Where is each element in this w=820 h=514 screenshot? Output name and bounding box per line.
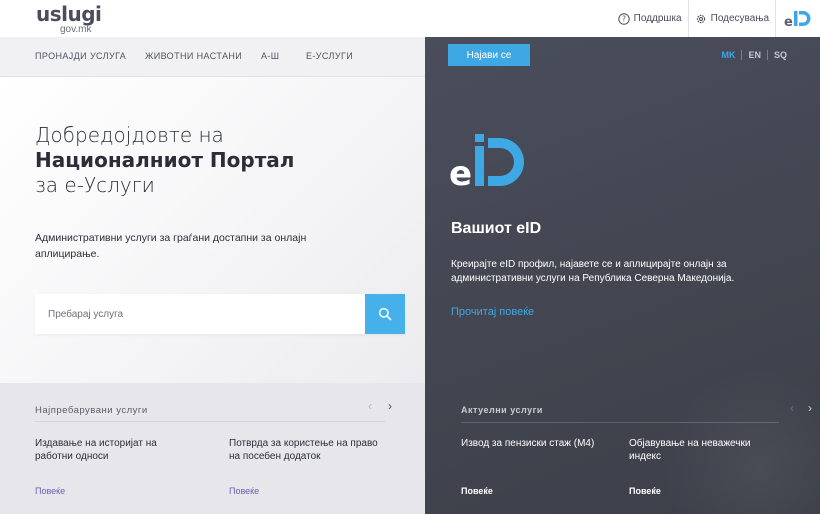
language-mk[interactable]: MK	[721, 50, 735, 60]
current-services-title: Актуелни услуги	[461, 405, 543, 415]
eid-read-more-link[interactable]: Прочитај повеќе	[451, 306, 534, 318]
settings-link[interactable]: Подесувања	[689, 0, 775, 37]
nav-life-events[interactable]: ЖИВОТНИ НАСТАНИ	[145, 51, 242, 61]
eid-panel: Најави се MK EN SQ e Вашиот eID Креирајт…	[425, 37, 820, 514]
support-link[interactable]: ? Поддршка	[612, 0, 688, 37]
language-sq[interactable]: SQ	[774, 50, 787, 60]
nav-a-z[interactable]: А-Ш	[261, 51, 279, 61]
search-box	[35, 294, 405, 334]
popular-services: Најпребарувани услуги ‹ › Издавање на ис…	[0, 383, 425, 514]
divider	[35, 421, 385, 422]
language-switcher: MK EN SQ	[721, 50, 787, 60]
logo-domain-text: gov.mk	[60, 24, 92, 35]
popular-carousel-controls: ‹ ›	[368, 399, 392, 413]
svg-text:e: e	[449, 154, 472, 190]
eid-top-button[interactable]: e	[776, 0, 820, 37]
divider	[741, 50, 743, 60]
gear-icon	[695, 13, 707, 25]
chevron-left-icon[interactable]: ‹	[790, 401, 794, 415]
current-item-more-link[interactable]: Повеќе	[461, 486, 493, 496]
search-icon	[378, 307, 392, 321]
eid-large-logo-icon: e	[449, 134, 524, 190]
search-input[interactable]	[35, 294, 365, 334]
nav-find-service[interactable]: ПРОНАЈДИ УСЛУГА	[35, 51, 126, 61]
chevron-right-icon[interactable]: ›	[388, 399, 392, 413]
page-title: Добредојдовте на Националниот Портал за …	[35, 123, 294, 198]
top-bar-actions: ? Поддршка Подесувања e	[612, 0, 820, 37]
support-label: Поддршка	[633, 13, 682, 24]
uslugi-logo[interactable]: uslugi gov.mk	[36, 2, 106, 36]
eid-description: Креирајте eID профил, најавете се и апли…	[451, 259, 735, 284]
current-item-label[interactable]: Извод за пензиски стаж (М4)	[461, 437, 611, 450]
title-line-3: за е-Услуги	[35, 173, 155, 197]
divider	[766, 50, 768, 60]
popular-item-label[interactable]: Издавање на историјат на работни односи	[35, 437, 195, 463]
login-button[interactable]: Најави се	[448, 44, 530, 66]
search-button[interactable]	[365, 294, 405, 334]
popular-item-more-link[interactable]: Повеќе	[229, 486, 259, 496]
eid-title: Вашиот eID	[451, 220, 542, 237]
eid-logo-icon: e	[784, 10, 811, 29]
chevron-right-icon[interactable]: ›	[808, 401, 812, 415]
settings-label: Подесувања	[710, 13, 769, 24]
current-carousel-controls: ‹ ›	[790, 401, 812, 415]
svg-text:?: ?	[622, 14, 626, 23]
current-item-more-link[interactable]: Повеќе	[629, 486, 661, 496]
chevron-left-icon[interactable]: ‹	[368, 399, 372, 413]
nav-e-services[interactable]: Е-УСЛУГИ	[306, 51, 353, 61]
question-circle-icon: ?	[617, 12, 630, 25]
logo-brand-text: uslugi	[36, 2, 102, 26]
title-line-2: Националниот Портал	[35, 148, 295, 172]
popular-item-label[interactable]: Потврда за користење на право на посебен…	[229, 437, 389, 463]
svg-text:e: e	[784, 15, 793, 29]
title-line-1: Добредојдовте на	[35, 123, 224, 147]
language-en[interactable]: EN	[748, 50, 761, 60]
main-nav: ПРОНАЈДИ УСЛУГА ЖИВОТНИ НАСТАНИ А-Ш Е-УС…	[0, 37, 425, 77]
top-bar: uslugi gov.mk ? Поддршка Подесувања e	[0, 0, 820, 37]
popular-title: Најпребарувани услуги	[35, 405, 148, 416]
hero-subtitle: Административни услуги за граѓани достап…	[35, 232, 307, 260]
divider	[461, 422, 779, 423]
hero-section: Добредојдовте на Националниот Портал за …	[0, 77, 425, 383]
popular-item-more-link[interactable]: Повеќе	[35, 486, 65, 496]
current-item-label[interactable]: Објавување на неважечки индекс	[629, 437, 779, 463]
